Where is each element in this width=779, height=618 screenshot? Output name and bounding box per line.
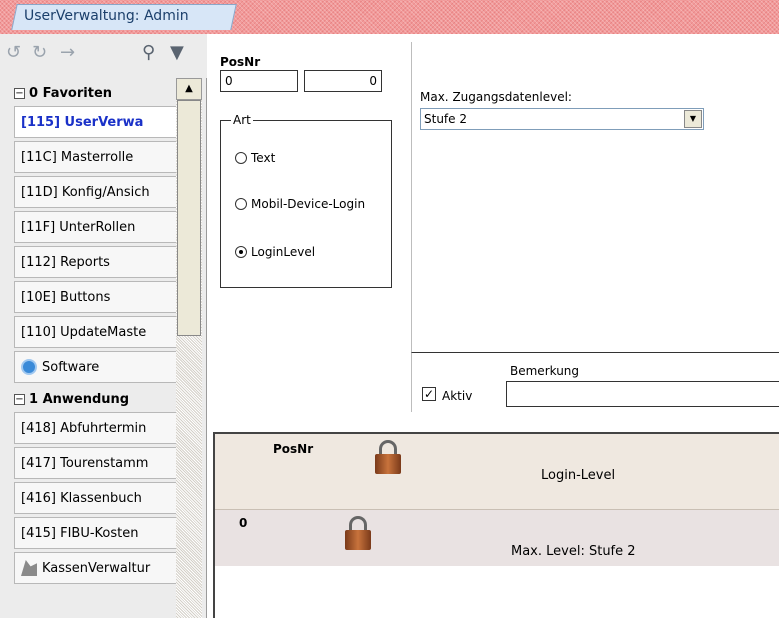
aktiv-label: Aktiv bbox=[442, 389, 473, 403]
radio-circle-icon[interactable] bbox=[235, 152, 247, 164]
bemerkung-strip: ✓ Aktiv Bemerkung bbox=[411, 352, 779, 412]
sidebar-item-software[interactable]: Software bbox=[14, 351, 178, 383]
sidebar-item-label: [112] Reports bbox=[21, 254, 110, 270]
aktiv-checkbox[interactable]: ✓ bbox=[422, 387, 436, 401]
radio-circle-icon[interactable] bbox=[235, 198, 247, 210]
art-groupbox: Art Text Mobil-Device-Login LoginLevel bbox=[220, 113, 392, 288]
radio-label: Text bbox=[251, 151, 276, 165]
grid-header-posnr: PosNr bbox=[273, 442, 314, 456]
row-posnr: 0 bbox=[239, 516, 248, 530]
scroll-up-icon[interactable]: ▲ bbox=[176, 78, 202, 100]
radio-selected-icon[interactable] bbox=[235, 246, 247, 258]
sidebar-item-label: [417] Tourenstamm bbox=[21, 455, 149, 471]
group-label: 1 Anwendung bbox=[29, 391, 130, 407]
grid-header: PosNr Login-Level bbox=[215, 434, 779, 510]
sidebar-item-reports[interactable]: [112] Reports bbox=[14, 246, 178, 278]
chevron-down-icon[interactable]: ▼ bbox=[684, 110, 702, 128]
sidebar-item-masterrolle[interactable]: [11C] Masterrolle bbox=[14, 141, 178, 173]
sidebar-item-updatemaster[interactable]: [110] UpdateMaste bbox=[14, 316, 178, 348]
sidebar-item-label: [415] FIBU-Kosten bbox=[21, 525, 139, 541]
max-level-select[interactable]: Stufe 2 ▼ bbox=[420, 108, 704, 130]
radio-mobil-device-login[interactable]: Mobil-Device-Login bbox=[235, 197, 365, 211]
kassen-icon bbox=[21, 560, 37, 576]
collapse-icon[interactable]: − bbox=[14, 87, 25, 99]
group-header-favoriten[interactable]: − 0 Favoriten bbox=[14, 82, 112, 104]
row-text: Max. Level: Stufe 2 bbox=[511, 544, 636, 559]
sidebar-item-label: Software bbox=[42, 359, 100, 375]
posnr-value: 0 bbox=[225, 74, 233, 88]
posnr-label: PosNr bbox=[220, 55, 261, 69]
sidebar-scrollbar[interactable]: ▲ bbox=[176, 78, 202, 618]
sidebar: ↺ ↻ → ⚲ ▼ − 0 Favoriten [115] UserVerwa … bbox=[0, 34, 207, 618]
sidebar-item-label: [418] Abfuhrtermin bbox=[21, 420, 147, 436]
sidebar-list: − 0 Favoriten [115] UserVerwa [11C] Mast… bbox=[6, 78, 178, 618]
level-panel: Max. Zugangsdatenlevel: Stufe 2 ▼ bbox=[411, 42, 779, 354]
radio-label: Mobil-Device-Login bbox=[251, 197, 366, 211]
radio-label: LoginLevel bbox=[251, 245, 316, 259]
tab-strip: UserVerwaltung: Admin bbox=[0, 0, 779, 34]
posnr-secondary-value: 0 bbox=[369, 74, 377, 88]
sidebar-item-abfuhrtermine[interactable]: [418] Abfuhrtermin bbox=[14, 412, 178, 444]
sidebar-item-konfig[interactable]: [11D] Konfig/Ansich bbox=[14, 176, 178, 208]
sidebar-item-fibu-kosten[interactable]: [415] FIBU-Kosten bbox=[14, 517, 178, 549]
group-label: 0 Favoriten bbox=[29, 85, 113, 101]
undo-icon[interactable]: ↺ bbox=[6, 44, 21, 62]
level-grid: PosNr Login-Level 0 Max. Level: Stufe 2 bbox=[213, 432, 779, 618]
collapse-icon[interactable]: − bbox=[14, 393, 25, 405]
tab-label: UserVerwaltung: Admin bbox=[24, 8, 189, 24]
sidebar-item-label: [110] UpdateMaste bbox=[21, 324, 147, 340]
lock-icon bbox=[345, 516, 371, 550]
redo-icon[interactable]: ↻ bbox=[32, 44, 47, 62]
radio-text[interactable]: Text bbox=[235, 151, 275, 165]
sidebar-item-unterrollen[interactable]: [11F] UnterRollen bbox=[14, 211, 178, 243]
software-icon bbox=[21, 359, 37, 375]
filter-add-icon[interactable]: ▼ bbox=[170, 44, 184, 62]
art-label: Art bbox=[231, 113, 253, 127]
sidebar-item-label: [115] UserVerwa bbox=[21, 114, 144, 130]
sidebar-toolbar: ↺ ↻ → ⚲ ▼ bbox=[0, 34, 207, 78]
max-level-value: Stufe 2 bbox=[424, 112, 467, 126]
bemerkung-label: Bemerkung bbox=[510, 364, 580, 378]
sidebar-item-label: [11C] Masterrolle bbox=[21, 149, 134, 165]
forward-arrow-icon[interactable]: → bbox=[60, 44, 75, 62]
sidebar-item-userverwaltung[interactable]: [115] UserVerwa bbox=[14, 106, 178, 138]
sidebar-item-label: [11F] UnterRollen bbox=[21, 219, 136, 235]
posnr-field[interactable]: 0 bbox=[220, 70, 298, 92]
grid-header-title: Login-Level bbox=[541, 468, 616, 483]
sidebar-item-label: [10E] Buttons bbox=[21, 289, 111, 305]
bemerkung-input[interactable] bbox=[506, 381, 779, 407]
group-header-anwendung[interactable]: − 1 Anwendung bbox=[14, 388, 129, 410]
radio-loginlevel[interactable]: LoginLevel bbox=[235, 245, 315, 259]
lock-icon bbox=[375, 440, 401, 474]
scrollbar-thumb[interactable] bbox=[177, 100, 201, 336]
sidebar-item-label: KassenVerwaltur bbox=[42, 560, 151, 576]
sidebar-item-label: [11D] Konfig/Ansich bbox=[21, 184, 150, 200]
search-icon[interactable]: ⚲ bbox=[142, 44, 155, 62]
main-form: PosNr 0 0 Art Text Mobil-Device-Login Lo… bbox=[207, 34, 779, 618]
posnr-secondary-field[interactable]: 0 bbox=[304, 70, 382, 92]
sidebar-item-tourenstamm[interactable]: [417] Tourenstamm bbox=[14, 447, 178, 479]
sidebar-item-buttons[interactable]: [10E] Buttons bbox=[14, 281, 178, 313]
table-row[interactable]: 0 Max. Level: Stufe 2 bbox=[215, 510, 779, 566]
sidebar-item-klassenbuch[interactable]: [416] Klassenbuch bbox=[14, 482, 178, 514]
max-level-label: Max. Zugangsdatenlevel: bbox=[420, 90, 572, 104]
sidebar-item-kassenverwaltung[interactable]: KassenVerwaltur bbox=[14, 552, 178, 584]
sidebar-item-label: [416] Klassenbuch bbox=[21, 490, 142, 506]
